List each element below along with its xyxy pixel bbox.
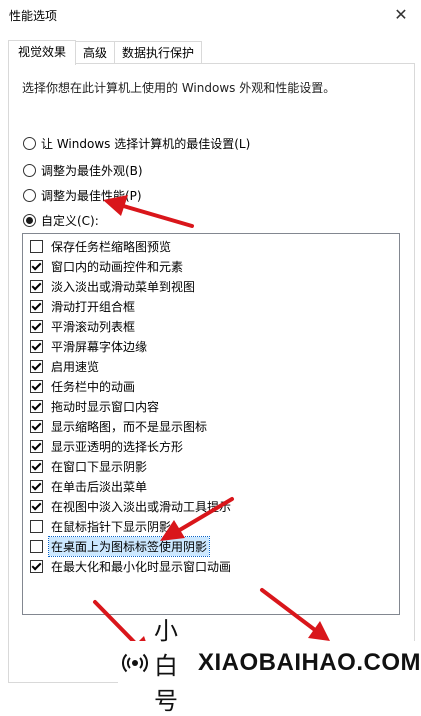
radio-custom[interactable]: 自定义(C): xyxy=(23,211,99,229)
broadcast-icon xyxy=(122,653,148,673)
list-item-label: 保存任务栏缩略图预览 xyxy=(51,239,172,254)
checkbox[interactable] xyxy=(30,379,43,393)
checkbox[interactable] xyxy=(30,459,43,473)
list-item-label: 显示缩略图，而不是显示图标 xyxy=(51,419,208,434)
watermark-brand-en: XIAOBAIHAO.COM xyxy=(198,649,421,676)
checkbox[interactable] xyxy=(30,439,43,453)
radio-best-appearance[interactable]: 调整为最佳外观(B) xyxy=(23,161,143,179)
list-item[interactable]: 在最大化和最小化时显示窗口动画 xyxy=(30,557,233,575)
list-item[interactable]: 平滑屏幕字体边缘 xyxy=(30,337,149,355)
tab-data-execution-prevention[interactable]: 数据执行保护 xyxy=(114,41,202,64)
list-item-label: 在视图中淡入淡出或滑动工具提示 xyxy=(51,499,232,514)
checkbox[interactable] xyxy=(30,299,43,313)
list-item-label: 在窗口下显示阴影 xyxy=(51,459,148,474)
performance-options-dialog: 性能选项 ✕ 视觉效果 高级 数据执行保护 选择你想在此计算机上使用的 Wind… xyxy=(0,0,421,715)
checkbox[interactable] xyxy=(30,539,43,553)
list-item[interactable]: 显示缩略图，而不是显示图标 xyxy=(30,417,209,435)
checkbox[interactable] xyxy=(30,339,43,353)
radio-label: 调整为最佳性能(P) xyxy=(41,188,142,203)
list-item-label: 拖动时显示窗口内容 xyxy=(51,399,160,414)
checkbox[interactable] xyxy=(30,279,43,293)
visual-effects-list[interactable]: 保存任务栏缩略图预览 窗口内的动画控件和元素 淡入淡出或滑动菜单到视图 滑动打开… xyxy=(22,233,400,615)
list-item-label: 在桌面上为图标标签使用阴影 xyxy=(47,535,211,557)
checkbox[interactable] xyxy=(30,259,43,273)
list-item-label: 平滑滚动列表框 xyxy=(51,319,136,334)
list-item[interactable]: 在鼠标指针下显示阴影 xyxy=(30,517,173,535)
intro-text: 选择你想在此计算机上使用的 Windows 外观和性能设置。 xyxy=(22,81,336,95)
close-button[interactable]: ✕ xyxy=(391,5,411,25)
list-item[interactable]: 平滑滚动列表框 xyxy=(30,317,137,335)
list-item[interactable]: 在视图中淡入淡出或滑动工具提示 xyxy=(30,497,233,515)
tab-advanced[interactable]: 高级 xyxy=(74,41,116,64)
list-item-label: 在最大化和最小化时显示窗口动画 xyxy=(51,559,232,574)
radio-button-selected[interactable] xyxy=(23,213,36,227)
list-item-label: 平滑屏幕字体边缘 xyxy=(51,339,148,354)
window-title: 性能选项 xyxy=(9,9,58,23)
checkbox[interactable] xyxy=(30,499,43,513)
list-item-label: 滑动打开组合框 xyxy=(51,299,136,314)
list-item-label: 淡入淡出或滑动菜单到视图 xyxy=(51,279,196,294)
watermark-brand-cn: 小白号 xyxy=(154,616,180,715)
list-item[interactable]: 滑动打开组合框 xyxy=(30,297,137,315)
watermark-banner: 小白号 XIAOBAIHAO.COM xyxy=(118,617,421,715)
list-item[interactable]: 保存任务栏缩略图预览 xyxy=(30,237,173,255)
list-item-label: 显示亚透明的选择长方形 xyxy=(51,439,184,454)
checkbox[interactable] xyxy=(30,319,43,333)
checkbox[interactable] xyxy=(30,399,43,413)
list-item[interactable]: 任务栏中的动画 xyxy=(30,377,137,395)
radio-button[interactable] xyxy=(23,188,36,202)
list-item-label: 在单击后淡出菜单 xyxy=(51,479,148,494)
list-item-label: 窗口内的动画控件和元素 xyxy=(51,259,184,274)
list-item-label: 在鼠标指针下显示阴影 xyxy=(51,519,172,534)
list-item[interactable]: 在单击后淡出菜单 xyxy=(30,477,149,495)
checkbox[interactable] xyxy=(30,359,43,373)
radio-label: 调整为最佳外观(B) xyxy=(41,163,143,178)
radio-button[interactable] xyxy=(23,163,36,177)
radio-let-windows-choose[interactable]: 让 Windows 选择计算机的最佳设置(L) xyxy=(23,134,250,152)
checkbox[interactable] xyxy=(30,239,43,253)
title-bar: 性能选项 ✕ xyxy=(0,0,421,34)
list-item[interactable]: 显示亚透明的选择长方形 xyxy=(30,437,185,455)
tab-visual-effects[interactable]: 视觉效果 xyxy=(8,40,76,65)
radio-button[interactable] xyxy=(23,136,36,150)
checkbox[interactable] xyxy=(30,479,43,493)
list-item-label: 任务栏中的动画 xyxy=(51,379,136,394)
list-item[interactable]: 启用速览 xyxy=(30,357,101,375)
checkbox[interactable] xyxy=(30,519,43,533)
list-item[interactable]: 在窗口下显示阴影 xyxy=(30,457,149,475)
radio-label: 让 Windows 选择计算机的最佳设置(L) xyxy=(41,136,251,151)
list-item[interactable]: 淡入淡出或滑动菜单到视图 xyxy=(30,277,197,295)
radio-best-performance[interactable]: 调整为最佳性能(P) xyxy=(23,186,142,204)
list-item-label: 启用速览 xyxy=(51,359,100,374)
checkbox[interactable] xyxy=(30,419,43,433)
list-item[interactable]: 拖动时显示窗口内容 xyxy=(30,397,161,415)
list-item-selected[interactable]: 在桌面上为图标标签使用阴影 xyxy=(30,535,211,557)
checkbox[interactable] xyxy=(30,559,43,573)
radio-label: 自定义(C): xyxy=(41,213,99,228)
list-item[interactable]: 窗口内的动画控件和元素 xyxy=(30,257,185,275)
